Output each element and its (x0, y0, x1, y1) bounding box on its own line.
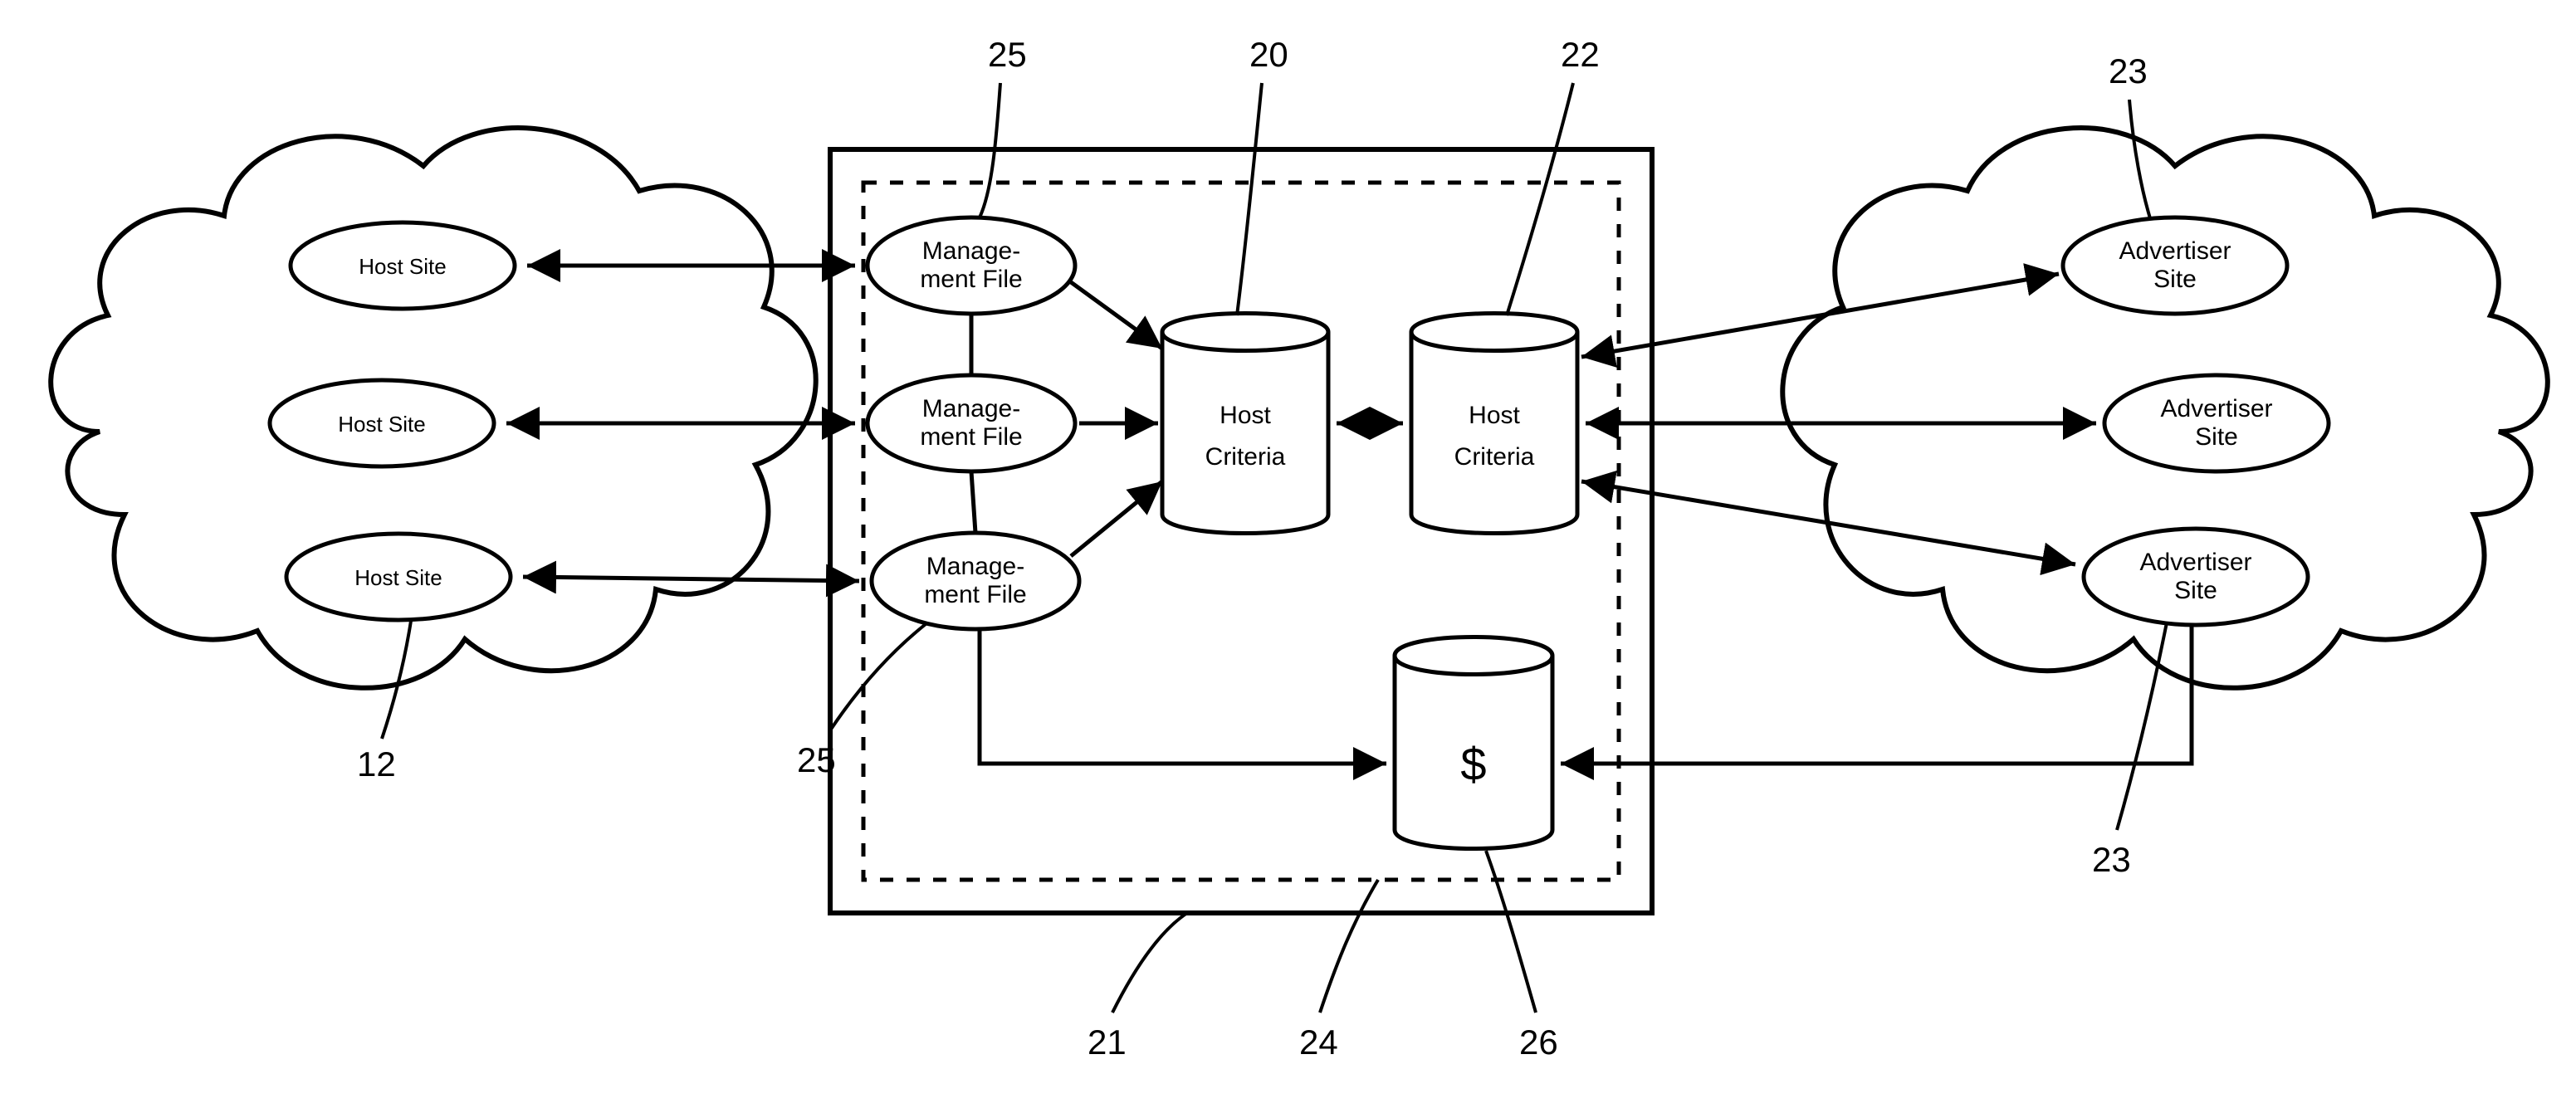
lead-21 (1112, 913, 1187, 1013)
management-file-2-label-l2: ment File (920, 423, 1022, 451)
lead-26 (1486, 851, 1536, 1013)
conn-adv3-payment (1561, 625, 2192, 764)
management-file-2-label-l1: Manage- (922, 395, 1020, 422)
lead-24 (1320, 880, 1378, 1013)
lead-20 (1237, 83, 1262, 315)
ref-12: 12 (357, 744, 396, 783)
ref-25a: 25 (988, 35, 1027, 74)
host-criteria-label-l1: Host (1220, 402, 1271, 429)
management-file-1-label-l1: Manage- (922, 237, 1020, 265)
lead-23a (2129, 100, 2150, 218)
advertiser-site-2-l1: Advertiser (2160, 395, 2272, 422)
conn-mgmt3-payment (980, 629, 1386, 764)
advertiser-site-3-l2: Site (2174, 577, 2217, 604)
ref-23a: 23 (2109, 51, 2148, 90)
conn-mgmt1-hc (1071, 282, 1162, 349)
host-site-2-label: Host Site (338, 412, 426, 437)
advertiser-site-1-l2: Site (2153, 266, 2197, 293)
management-file-3-label-l2: ment File (924, 581, 1026, 608)
ref-24: 24 (1299, 1023, 1338, 1062)
host-criteria-label-l2: Criteria (1205, 443, 1286, 471)
advertiser-site-2-l2: Site (2195, 423, 2238, 451)
host-criteria-2-label-l2: Criteria (1454, 443, 1535, 471)
ref-20: 20 (1249, 35, 1288, 74)
host-site-3-label: Host Site (354, 565, 442, 590)
lead-22 (1507, 83, 1573, 315)
ref-23b: 23 (2092, 840, 2131, 879)
lead-25b (830, 624, 926, 730)
ref-26: 26 (1519, 1023, 1558, 1062)
payment-db-label: $ (1460, 738, 1486, 790)
ref-25b: 25 (797, 740, 836, 779)
mgmt-link-2-3 (971, 471, 975, 533)
advertiser-site-1-l1: Advertiser (2119, 237, 2231, 265)
host-site-1-label: Host Site (359, 254, 447, 279)
ref-22: 22 (1561, 35, 1600, 74)
management-file-3-label-l1: Manage- (926, 553, 1024, 580)
advertiser-site-3-l1: Advertiser (2139, 549, 2251, 576)
conn-mgmt3-hc (1071, 481, 1162, 556)
host-criteria-2-label-l1: Host (1469, 402, 1520, 429)
management-file-1-label-l2: ment File (920, 266, 1022, 293)
ref-21: 21 (1088, 1023, 1127, 1062)
advertising-network-diagram: Host Site Host Site Host Site Manage- me… (0, 0, 2576, 1113)
conn-host3-mgmt3 (523, 577, 859, 581)
